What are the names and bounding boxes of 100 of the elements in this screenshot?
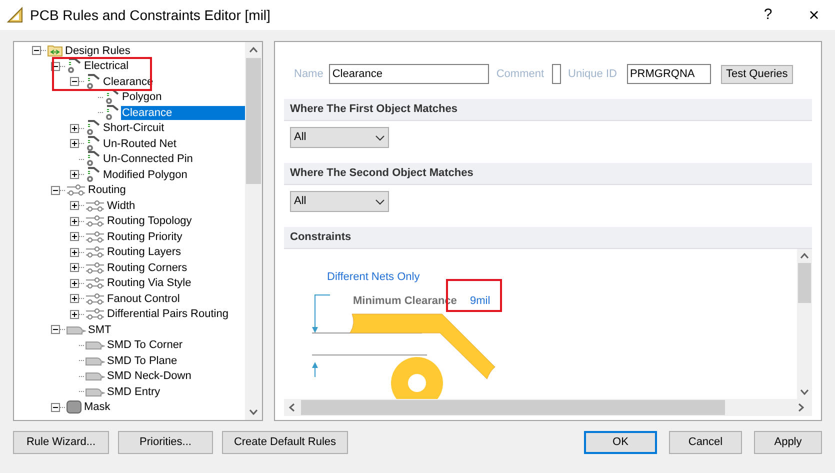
- window-title: PCB Rules and Constraints Editor [mil]: [30, 6, 270, 25]
- app-icon: [6, 6, 24, 24]
- tree-item[interactable]: Routing Priority: [106, 230, 184, 244]
- tree-item[interactable]: Routing Via Style: [106, 276, 192, 290]
- section-header: Where The Second Object Matches: [284, 163, 812, 185]
- scroll-up-icon[interactable]: [800, 253, 809, 259]
- scroll-thumb[interactable]: [301, 400, 725, 415]
- folder-icon: [47, 44, 63, 58]
- smt-rule-icon: [66, 324, 86, 336]
- dialog-button[interactable]: Rule Wizard...: [13, 431, 109, 454]
- tree-item[interactable]: Modified Polygon: [102, 168, 188, 182]
- smt-rule-icon: [85, 354, 105, 367]
- tree-item[interactable]: Differential Pairs Routing: [106, 307, 230, 322]
- expand-icon[interactable]: [70, 294, 79, 304]
- tree-item[interactable]: Un-Connected Pin: [102, 152, 194, 166]
- object-match-dropdown[interactable]: All: [290, 191, 389, 212]
- tree-item[interactable]: SMD To Corner: [106, 338, 184, 352]
- name-label: Name: [294, 66, 324, 82]
- tree-item[interactable]: Routing: [87, 183, 127, 198]
- collapse-icon[interactable]: [51, 402, 60, 412]
- dialog-button[interactable]: Cancel: [669, 431, 742, 454]
- tree-item[interactable]: Routing Layers: [106, 245, 182, 260]
- expand-icon[interactable]: [70, 278, 79, 288]
- routing-rule-icon: [85, 230, 105, 244]
- clearance-rule-icon: [66, 58, 82, 74]
- tree-item[interactable]: Routing Corners: [106, 260, 188, 275]
- routing-rule-icon: [85, 198, 105, 213]
- tree-item[interactable]: SMD Neck-Down: [106, 369, 192, 384]
- expand-icon[interactable]: [70, 124, 79, 133]
- dialog-button[interactable]: Create Default Rules: [222, 431, 348, 454]
- clearance-rule-icon: [85, 120, 101, 136]
- section-header: Constraints: [284, 227, 812, 249]
- unique-id-field[interactable]: PRMGRQNA: [626, 64, 711, 84]
- section-header: Where The First Object Matches: [284, 99, 812, 121]
- smt-rule-icon: [85, 370, 105, 382]
- clearance-rule-icon: [85, 166, 101, 183]
- expand-icon[interactable]: [70, 201, 79, 210]
- different-nets-only-link[interactable]: Different Nets Only: [327, 269, 420, 286]
- scroll-left-icon[interactable]: [289, 403, 295, 412]
- smt-rule-icon: [85, 386, 105, 398]
- tree-item[interactable]: Width: [106, 198, 136, 213]
- collapse-icon[interactable]: [32, 46, 41, 56]
- collapse-icon[interactable]: [70, 77, 79, 86]
- dialog-button[interactable]: Priorities...: [118, 431, 213, 454]
- tree-item[interactable]: Clearance: [121, 106, 245, 120]
- tree-item[interactable]: Mask: [83, 400, 112, 414]
- unique-id-label: Unique ID: [568, 66, 617, 82]
- expand-icon[interactable]: [70, 263, 79, 272]
- comment-label: Comment: [496, 66, 544, 82]
- clearance-rule-icon: [104, 89, 120, 106]
- collapse-icon[interactable]: [51, 62, 60, 71]
- expand-icon[interactable]: [70, 310, 79, 319]
- routing-rule-icon: [85, 292, 105, 306]
- vertical-scrollbar[interactable]: [797, 249, 812, 399]
- expand-icon[interactable]: [70, 216, 79, 226]
- dialog-button[interactable]: OK: [584, 431, 657, 454]
- caret-icon: [375, 134, 385, 140]
- routing-rule-icon: [85, 260, 105, 275]
- scroll-down-icon[interactable]: [249, 409, 258, 415]
- horizontal-scrollbar[interactable]: [284, 399, 812, 416]
- close-button[interactable]: ×: [799, 2, 829, 28]
- clearance-value-field[interactable]: 9mil: [470, 293, 490, 310]
- collapse-icon[interactable]: [51, 325, 60, 334]
- scroll-down-icon[interactable]: [800, 389, 809, 395]
- tree-item[interactable]: SMD Entry: [106, 384, 162, 399]
- expand-icon[interactable]: [70, 170, 79, 180]
- expand-icon[interactable]: [70, 232, 79, 242]
- tree-item[interactable]: Un-Routed Net: [102, 136, 178, 151]
- routing-rule-icon: [66, 183, 86, 198]
- routing-rule-icon: [85, 307, 105, 322]
- tree-item[interactable]: Design Rules: [64, 44, 132, 58]
- tree-item[interactable]: Electrical: [83, 59, 130, 74]
- routing-rule-icon: [85, 276, 105, 290]
- clearance-rule-icon: [85, 151, 101, 168]
- clearance-rule-icon: [85, 136, 101, 152]
- caret-icon: [375, 198, 385, 204]
- scroll-thumb[interactable]: [798, 263, 811, 303]
- scroll-up-icon[interactable]: [249, 47, 258, 53]
- tree-item[interactable]: SMT: [87, 322, 112, 337]
- routing-rule-icon: [85, 214, 105, 228]
- name-field[interactable]: Clearance: [329, 64, 490, 84]
- expand-icon[interactable]: [70, 139, 79, 148]
- tree-item[interactable]: Polygon: [121, 90, 163, 104]
- tree-item[interactable]: SMD To Plane: [106, 354, 178, 368]
- object-match-dropdown[interactable]: All: [290, 127, 389, 148]
- tree-item[interactable]: Routing Topology: [106, 214, 193, 228]
- vertical-scrollbar[interactable]: [245, 42, 262, 420]
- dialog-button[interactable]: Apply: [754, 431, 822, 454]
- collapse-icon[interactable]: [51, 186, 60, 195]
- smt-rule-icon: [85, 339, 105, 352]
- tree-item[interactable]: Short-Circuit: [102, 121, 166, 136]
- tree-item[interactable]: Fanout Control: [106, 292, 181, 306]
- clearance-rule-icon: [85, 74, 101, 90]
- scroll-right-icon[interactable]: [798, 403, 804, 412]
- expand-icon[interactable]: [70, 248, 79, 257]
- comment-field[interactable]: [552, 64, 562, 84]
- routing-rule-icon: [85, 245, 105, 260]
- scroll-thumb[interactable]: [246, 58, 261, 184]
- help-button[interactable]: ?: [753, 4, 783, 26]
- test-queries-button[interactable]: Test Queries: [720, 64, 793, 84]
